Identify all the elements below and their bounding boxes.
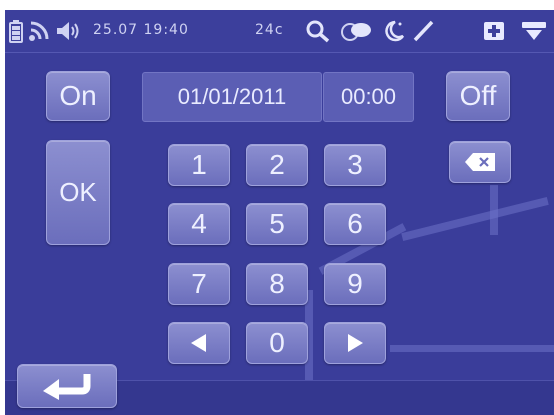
moon-icon[interactable]: [381, 19, 407, 43]
key-9[interactable]: 9: [324, 263, 386, 305]
right-arrow-button[interactable]: [324, 322, 386, 364]
key-1[interactable]: 1: [168, 144, 230, 186]
key-8[interactable]: 8: [246, 263, 308, 305]
return-button[interactable]: [17, 364, 117, 408]
on-button[interactable]: On: [46, 71, 110, 121]
arrow-right-icon: [348, 334, 363, 352]
map-line: [390, 345, 554, 352]
left-arrow-button[interactable]: [168, 322, 230, 364]
key-7[interactable]: 7: [168, 263, 230, 305]
ok-button[interactable]: OK: [46, 140, 110, 245]
key-0[interactable]: 0: [246, 322, 308, 364]
key-4[interactable]: 4: [168, 203, 230, 245]
backspace-icon: [465, 153, 495, 171]
chat-icon[interactable]: [339, 19, 373, 43]
battery-icon: [9, 20, 23, 43]
plus-icon[interactable]: [483, 19, 505, 43]
key-2[interactable]: 2: [246, 144, 308, 186]
device-screen: 25.07 19:40 24c On Off OK 01/01/2011 00:…: [5, 10, 554, 415]
backspace-button[interactable]: [449, 141, 511, 183]
menu-icon[interactable]: [521, 19, 547, 43]
arrow-left-icon: [191, 334, 206, 352]
key-6[interactable]: 6: [324, 203, 386, 245]
key-5[interactable]: 5: [246, 203, 308, 245]
date-field[interactable]: 01/01/2011: [142, 72, 322, 122]
search-icon[interactable]: [305, 19, 331, 43]
status-datetime: 25.07 19:40: [93, 22, 189, 38]
map-line: [401, 196, 549, 242]
status-bar: 25.07 19:40 24c: [5, 10, 554, 53]
return-arrow-icon: [43, 374, 91, 400]
signal-icon: [29, 21, 49, 41]
time-field[interactable]: 00:00: [323, 72, 414, 122]
map-line: [490, 185, 498, 235]
speaker-icon: [57, 22, 79, 40]
pen-icon[interactable]: [411, 19, 437, 43]
status-temperature: 24c: [255, 22, 284, 38]
key-3[interactable]: 3: [324, 144, 386, 186]
off-button[interactable]: Off: [446, 71, 510, 121]
